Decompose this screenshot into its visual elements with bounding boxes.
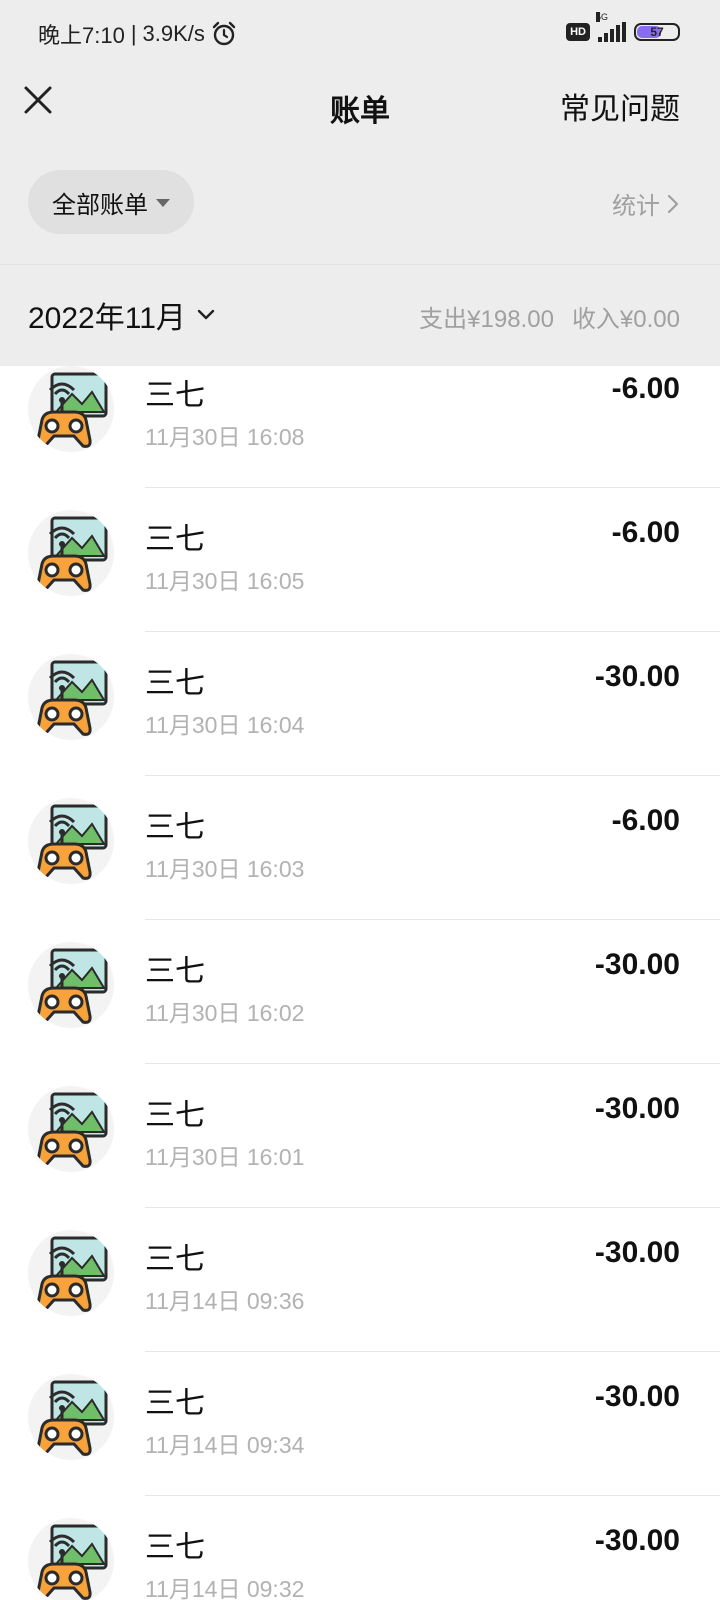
transaction-time: 11月30日 16:04 (145, 712, 305, 738)
merchant-name: 三七 (145, 955, 205, 988)
merchant-name: 三七 (145, 667, 205, 700)
transaction-row[interactable]: 三七 11月30日 16:08 -6.00 (0, 366, 720, 488)
transaction-amount: -30.00 (594, 1524, 680, 1557)
game-controller-icon (36, 1524, 108, 1600)
merchant-name: 三七 (145, 1099, 205, 1132)
transaction-amount: -6.00 (611, 804, 680, 837)
hd-badge: HD (566, 23, 590, 41)
stats-label: 统计 (612, 193, 660, 220)
transaction-time: 11月30日 16:02 (145, 1000, 305, 1026)
transaction-row[interactable]: 三七 11月14日 09:34 -30.00 (0, 1352, 720, 1496)
game-controller-icon (36, 1092, 108, 1168)
status-separator: | (130, 21, 137, 46)
transaction-amount: -6.00 (611, 372, 680, 405)
month-selector[interactable]: 2022年11月 (28, 293, 216, 337)
transaction-time: 11月30日 16:08 (145, 424, 305, 450)
alarm-icon (212, 21, 236, 46)
game-controller-icon (36, 1380, 108, 1456)
merchant-name: 三七 (145, 1243, 205, 1276)
transaction-row[interactable]: 三七 11月14日 09:32 -30.00 (0, 1496, 720, 1600)
battery-icon: 57 (634, 23, 680, 41)
transaction-amount: -30.00 (594, 948, 680, 981)
merchant-avatar (28, 510, 114, 596)
filter-bar: 全部账单 统计 (0, 142, 720, 264)
month-header: 2022年11月 支出¥198.00 收入¥0.00 (0, 264, 720, 366)
stats-link[interactable]: 统计 (612, 186, 680, 221)
transaction-amount: -6.00 (611, 516, 680, 549)
faq-link[interactable]: 常见问题 (560, 84, 680, 128)
merchant-name: 三七 (145, 811, 205, 844)
expense-total: 支出¥198.00 (419, 306, 554, 333)
nav-bar: 账单 常见问题 (0, 68, 720, 142)
game-controller-icon (36, 516, 108, 592)
chevron-down-icon (197, 309, 215, 320)
game-controller-icon (36, 804, 108, 880)
month-summary: 支出¥198.00 收入¥0.00 (419, 299, 680, 334)
transaction-amount: -30.00 (594, 1380, 680, 1413)
battery-level: 57 (650, 25, 664, 39)
merchant-avatar (28, 1086, 114, 1172)
merchant-avatar (28, 1518, 114, 1600)
month-label: 2022年11月 (28, 302, 186, 335)
game-controller-icon (36, 372, 108, 448)
status-speed: 3.9K/s (142, 21, 205, 46)
transaction-amount: -30.00 (594, 1236, 680, 1269)
transaction-time: 11月14日 09:32 (145, 1576, 305, 1600)
signal-icon: 5G (596, 12, 626, 42)
merchant-avatar (28, 1230, 114, 1316)
transaction-list: 三七 11月30日 16:08 -6.00 三七 11月30日 16:05 -6… (0, 366, 720, 1600)
transaction-row[interactable]: 三七 11月14日 09:36 -30.00 (0, 1208, 720, 1352)
merchant-name: 三七 (145, 523, 205, 556)
caret-down-icon (156, 199, 170, 207)
transaction-amount: -30.00 (594, 1092, 680, 1125)
merchant-name: 三七 (145, 379, 205, 412)
transaction-time: 11月30日 16:03 (145, 856, 305, 882)
transaction-time: 11月14日 09:34 (145, 1432, 305, 1458)
transaction-time: 11月30日 16:01 (145, 1144, 305, 1170)
income-total: 收入¥0.00 (571, 306, 680, 333)
merchant-avatar (28, 942, 114, 1028)
merchant-name: 三七 (145, 1387, 205, 1420)
transaction-time: 11月14日 09:36 (145, 1288, 305, 1314)
merchant-avatar (28, 654, 114, 740)
transaction-time: 11月30日 16:05 (145, 568, 305, 594)
status-time: 晚上7:10 (38, 23, 125, 48)
transaction-row[interactable]: 三七 11月30日 16:05 -6.00 (0, 488, 720, 632)
game-controller-icon (36, 948, 108, 1024)
transaction-amount: -30.00 (594, 660, 680, 693)
merchant-avatar (28, 366, 114, 452)
merchant-name: 三七 (145, 1531, 205, 1564)
status-right: HD 5G 57 (566, 12, 680, 42)
game-controller-icon (36, 660, 108, 736)
network-type: 5G (596, 12, 609, 22)
bill-filter-dropdown[interactable]: 全部账单 (28, 170, 194, 234)
status-left: 晚上7:10 | 3.9K/s (38, 18, 237, 50)
transaction-row[interactable]: 三七 11月30日 16:03 -6.00 (0, 776, 720, 920)
transaction-row[interactable]: 三七 11月30日 16:02 -30.00 (0, 920, 720, 1064)
transaction-list-inner: 三七 11月30日 16:08 -6.00 三七 11月30日 16:05 -6… (0, 366, 720, 1600)
transaction-row[interactable]: 三七 11月30日 16:01 -30.00 (0, 1064, 720, 1208)
status-bar: 晚上7:10 | 3.9K/s HD 5G 57 (0, 0, 720, 68)
merchant-avatar (28, 798, 114, 884)
game-controller-icon (36, 1236, 108, 1312)
bill-filter-label: 全部账单 (52, 191, 148, 219)
chevron-right-icon (667, 194, 679, 213)
transaction-row[interactable]: 三七 11月30日 16:04 -30.00 (0, 632, 720, 776)
merchant-avatar (28, 1374, 114, 1460)
